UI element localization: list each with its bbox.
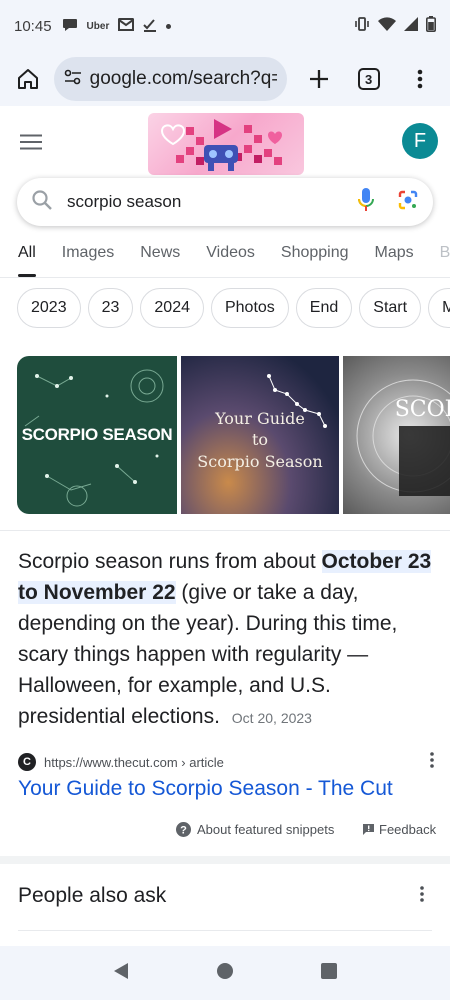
- svg-text:?: ?: [180, 825, 187, 837]
- image-result-2[interactable]: Your Guide to Scorpio Season: [181, 356, 339, 514]
- uber-icon: Uber: [86, 20, 110, 32]
- image-2-caption: Your Guide to Scorpio Season: [197, 408, 323, 471]
- hamburger-icon: [20, 134, 42, 150]
- snippet-text-before: Scorpio season runs from about: [18, 550, 322, 573]
- tab-books[interactable]: B: [440, 236, 450, 277]
- battery-icon: [426, 16, 436, 36]
- site-settings-icon[interactable]: [64, 69, 82, 90]
- search-icon: [31, 189, 53, 216]
- featured-snippet: Scorpio season runs from about October 2…: [18, 546, 432, 734]
- wifi-icon: [378, 17, 396, 35]
- system-nav-bar: [0, 946, 450, 1000]
- tab-count: 3: [357, 68, 380, 90]
- google-doodle[interactable]: [148, 113, 304, 175]
- status-time: 10:45: [14, 17, 52, 35]
- chat-icon: [62, 18, 78, 35]
- new-tab-button[interactable]: [301, 61, 337, 97]
- home-button[interactable]: [12, 63, 44, 95]
- chip-meaning[interactable]: Mer: [428, 288, 450, 328]
- voice-search-icon[interactable]: [357, 187, 375, 218]
- divider: [18, 930, 432, 931]
- site-favicon: C: [18, 753, 36, 771]
- search-query[interactable]: scorpio season: [67, 192, 357, 212]
- zodiac-wheel: [356, 379, 450, 496]
- gmail-icon: [118, 18, 135, 34]
- result-options-button[interactable]: [430, 751, 434, 773]
- home-icon: [17, 69, 38, 89]
- dot-icon: [166, 23, 172, 29]
- tab-all[interactable]: All: [18, 236, 36, 277]
- more-vert-icon: [417, 69, 423, 89]
- search-tabs: All Images News Videos Shopping Maps B: [0, 236, 450, 278]
- chip-photos[interactable]: Photos: [210, 288, 289, 328]
- feedback-link[interactable]: Feedback: [362, 822, 436, 837]
- help-icon: ?: [176, 822, 191, 837]
- recents-button[interactable]: [320, 962, 337, 984]
- image-carousel: SCORPIO SEASON Your Guide to Scorpio Sea…: [17, 356, 450, 514]
- snippet-date: Oct 20, 2023: [231, 710, 312, 726]
- chip-end[interactable]: End: [295, 288, 353, 328]
- main-menu-button[interactable]: [20, 134, 42, 155]
- home-nav-button[interactable]: [216, 962, 234, 985]
- signal-icon: [404, 17, 418, 35]
- more-vert-icon: [430, 751, 434, 768]
- result-source[interactable]: C https://www.thecut.com › article: [18, 751, 438, 773]
- feedback-label: Feedback: [379, 822, 437, 837]
- tab-videos[interactable]: Videos: [206, 236, 255, 277]
- source-url: https://www.thecut.com › article: [44, 754, 224, 770]
- notification-icons: Uber: [62, 18, 172, 35]
- status-bar: 10:45 Uber: [0, 0, 450, 52]
- home-circle-icon: [216, 962, 233, 979]
- recents-icon: [320, 962, 337, 979]
- address-bar[interactable]: google.com/search?q=sc: [53, 57, 288, 101]
- about-featured-snippets-link[interactable]: ? About featured snippets: [176, 822, 334, 837]
- back-icon: [114, 962, 129, 979]
- task-icon: [143, 18, 157, 35]
- image-3-caption: SCOR: [394, 396, 450, 422]
- search-box[interactable]: scorpio season: [17, 178, 433, 226]
- tab-switcher-button[interactable]: 3: [351, 61, 387, 97]
- browser-toolbar: google.com/search?q=sc 3: [0, 52, 450, 106]
- chip-2023[interactable]: 2023: [17, 288, 81, 328]
- chip-2024[interactable]: 2024: [140, 288, 204, 328]
- doodle-image: [160, 119, 282, 171]
- snippet-footer: ? About featured snippets Feedback: [0, 822, 450, 842]
- more-vert-icon: [420, 886, 424, 902]
- result-title-link[interactable]: Your Guide to Scorpio Season - The Cut: [18, 777, 393, 801]
- feedback-icon: [363, 824, 374, 835]
- chip-23[interactable]: 23: [87, 288, 134, 328]
- tab-news[interactable]: News: [140, 236, 180, 277]
- people-also-ask-heading: People also ask: [18, 884, 167, 907]
- refinement-chips: 2023 23 2024 Photos End Start Mer: [17, 288, 450, 328]
- tab-shopping[interactable]: Shopping: [281, 236, 349, 277]
- vibrate-icon: [354, 17, 370, 35]
- url-text: google.com/search?q=sc: [89, 68, 278, 89]
- plus-icon: [310, 70, 329, 88]
- image-result-1[interactable]: SCORPIO SEASON: [17, 356, 177, 514]
- account-avatar[interactable]: F: [402, 123, 438, 159]
- chip-start[interactable]: Start: [359, 288, 422, 328]
- back-button[interactable]: [113, 962, 129, 985]
- about-label: About featured snippets: [197, 822, 335, 837]
- tab-images[interactable]: Images: [62, 236, 114, 277]
- divider: [0, 530, 450, 531]
- section-separator: [0, 856, 450, 864]
- google-header: F: [0, 106, 450, 176]
- tab-maps[interactable]: Maps: [375, 236, 414, 277]
- image-1-caption: SCORPIO SEASON: [21, 425, 173, 444]
- browser-menu-button[interactable]: [402, 61, 438, 97]
- image-result-3[interactable]: SCOR: [343, 356, 450, 514]
- people-also-ask-options-button[interactable]: [420, 886, 424, 907]
- google-lens-icon[interactable]: [397, 189, 419, 216]
